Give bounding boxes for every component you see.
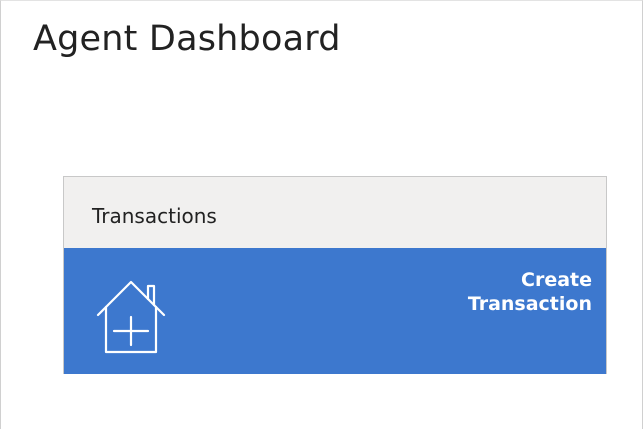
create-transaction-label-line-2: Transaction <box>467 293 592 315</box>
create-transaction-tile[interactable]: Create Transaction <box>64 248 606 374</box>
create-transaction-label-line-1: Create <box>521 269 592 291</box>
house-plus-icon <box>90 274 172 356</box>
transactions-card-title: Transactions <box>92 204 217 228</box>
transactions-card-header: Transactions <box>64 177 606 248</box>
dashboard-frame: Agent Dashboard Transactions Create Tran… <box>0 0 643 429</box>
transactions-card: Transactions Create Transaction <box>63 176 607 374</box>
create-transaction-label: Create Transaction <box>432 268 592 316</box>
page-title: Agent Dashboard <box>33 19 341 59</box>
